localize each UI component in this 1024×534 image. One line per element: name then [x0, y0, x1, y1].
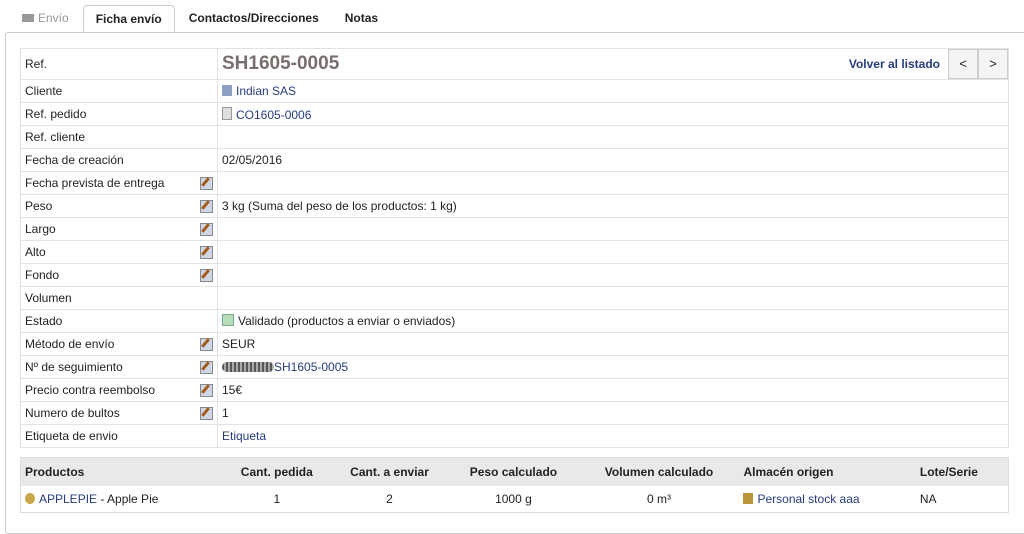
- column-header: Cant. pedida: [222, 457, 331, 486]
- row-me-todo-de-envi-o: Método de envío SEUR: [20, 332, 1009, 356]
- etiqueta-de-envio-link[interactable]: Etiqueta: [222, 429, 266, 443]
- row-numero-de-bultos: Numero de bultos 1: [20, 401, 1009, 425]
- row-fecha-prevista-de-entrega: Fecha prevista de entrega: [20, 171, 1009, 195]
- fecha-de-creacio-n-label: Fecha de creación: [25, 153, 124, 167]
- n-de-seguimiento-label: Nº de seguimiento: [25, 360, 123, 374]
- me-todo-de-envi-o-value: SEUR: [222, 337, 256, 351]
- company-icon: [222, 85, 232, 96]
- tracking-link[interactable]: SH1605-0005: [274, 360, 348, 374]
- table-row: APPLEPIE - Apple Pie 1 2 1000 g 0 m³ Per…: [21, 486, 1009, 513]
- tab-envio[interactable]: Envío: [10, 5, 81, 32]
- ref-row: Ref. SH1605-0005 Volver al listado < >: [20, 48, 1009, 80]
- precio-contra-reembolso-label: Precio contra reembolso: [25, 383, 156, 397]
- edit-icon[interactable]: [200, 246, 213, 259]
- fecha-de-creacio-n-value: 02/05/2016: [222, 153, 283, 167]
- product-icon: [25, 493, 35, 504]
- row-precio-contra-reembolso: Precio contra reembolso 15€: [20, 378, 1009, 402]
- peso-value: 3 kg (Suma del peso de los productos: 1 …: [222, 199, 457, 213]
- edit-icon[interactable]: [200, 407, 213, 420]
- status-text: Validado (productos a enviar o enviados): [238, 314, 456, 328]
- fondo-label: Fondo: [25, 268, 60, 282]
- ref-pedido-link[interactable]: CO1605-0006: [236, 108, 311, 122]
- cell-to-ship: 2: [386, 492, 393, 506]
- cell-volume: 0 m³: [647, 492, 671, 506]
- ref-pedido-label: Ref. pedido: [25, 107, 87, 121]
- row-etiqueta-de-envio: Etiqueta de envio Etiqueta: [20, 424, 1009, 448]
- volumen-label: Volumen: [25, 291, 72, 305]
- row-largo: Largo: [20, 217, 1009, 241]
- edit-icon[interactable]: [200, 269, 213, 282]
- shipment-ref: SH1605-0005: [222, 53, 340, 74]
- product-link[interactable]: APPLEPIE: [39, 492, 97, 506]
- row-fecha-de-creacio-n: Fecha de creación 02/05/2016: [20, 148, 1009, 172]
- warehouse-icon: [743, 493, 754, 504]
- column-header: Productos: [20, 457, 223, 486]
- cliente-label: Cliente: [25, 84, 63, 98]
- products-header-row: Productos Cant. pedida Cant. a enviar Peso …: [20, 457, 1009, 486]
- column-header: Almacén origen: [739, 457, 916, 486]
- row-volumen: Volumen: [20, 286, 1009, 310]
- cell-weight: 1000 g: [495, 492, 532, 506]
- column-header: Cant. a enviar: [330, 457, 449, 486]
- peso-label: Peso: [25, 199, 53, 213]
- edit-icon[interactable]: [200, 177, 213, 190]
- fecha-prevista-de-entrega-label: Fecha prevista de entrega: [25, 176, 165, 190]
- tab-ficha-envio[interactable]: Ficha envío: [82, 5, 175, 32]
- estado-label: Estado: [25, 314, 63, 328]
- alto-label: Alto: [25, 245, 46, 259]
- cell-lot: NA: [919, 492, 937, 506]
- row-alto: Alto: [20, 240, 1009, 264]
- row-cliente: Cliente Indian SAS: [20, 79, 1009, 103]
- tab-contactos[interactable]: Contactos/Direcciones: [177, 5, 331, 32]
- numero-de-bultos-label: Numero de bultos: [25, 406, 120, 420]
- next-button[interactable]: >: [978, 49, 1008, 79]
- numero-de-bultos-value: 1: [222, 406, 229, 420]
- row-ref-pedido: Ref. pedido CO1605-0006: [20, 102, 1009, 126]
- edit-icon[interactable]: [200, 338, 213, 351]
- tab-notas[interactable]: Notas: [333, 5, 390, 32]
- ref-label: Ref.: [20, 48, 218, 80]
- column-header: Lote/Serie: [915, 457, 1009, 486]
- cliente-link[interactable]: Indian SAS: [236, 84, 296, 98]
- row-peso: Peso 3 kg (Suma del peso de los productos…: [20, 194, 1009, 218]
- edit-icon[interactable]: [200, 361, 213, 374]
- warehouse-link[interactable]: Personal stock aaa: [757, 492, 859, 506]
- row-ref-cliente: Ref. cliente: [20, 125, 1009, 149]
- status-icon: [222, 314, 234, 326]
- me-todo-de-envi-o-label: Método de envío: [25, 337, 115, 351]
- tab-bar: Envío Ficha envío Contactos/Direcciones …: [10, 5, 392, 32]
- largo-label: Largo: [25, 222, 56, 236]
- etiqueta-de-envio-label: Etiqueta de envio: [25, 429, 118, 443]
- carrier-logo-icon: [222, 362, 274, 372]
- ref-cliente-label: Ref. cliente: [25, 130, 86, 144]
- column-header: Volumen calculado: [578, 457, 740, 486]
- cell-ordered: 1: [273, 492, 281, 506]
- row-fondo: Fondo: [20, 263, 1009, 287]
- edit-icon[interactable]: [200, 223, 213, 236]
- column-header: Peso calculado: [448, 457, 579, 486]
- products-table: Productos Cant. pedida Cant. a enviar Peso …: [20, 457, 1009, 513]
- order-icon: [222, 106, 232, 120]
- prev-button[interactable]: <: [948, 49, 978, 79]
- precio-contra-reembolso-value: 15€: [222, 383, 243, 397]
- row-n-de-seguimiento: Nº de seguimiento SH1605-0005: [20, 355, 1009, 379]
- edit-icon[interactable]: [200, 200, 213, 213]
- shipment-details-table: Ref. SH1605-0005 Volver al listado < > Cli…: [20, 48, 1009, 448]
- row-estado: Estado Validado (productos a enviar o env…: [20, 309, 1009, 333]
- back-to-list-link[interactable]: Volver al listado: [849, 57, 940, 71]
- truck-icon: [22, 14, 34, 22]
- edit-icon[interactable]: [200, 384, 213, 397]
- record-nav: Volver al listado < >: [849, 49, 1008, 79]
